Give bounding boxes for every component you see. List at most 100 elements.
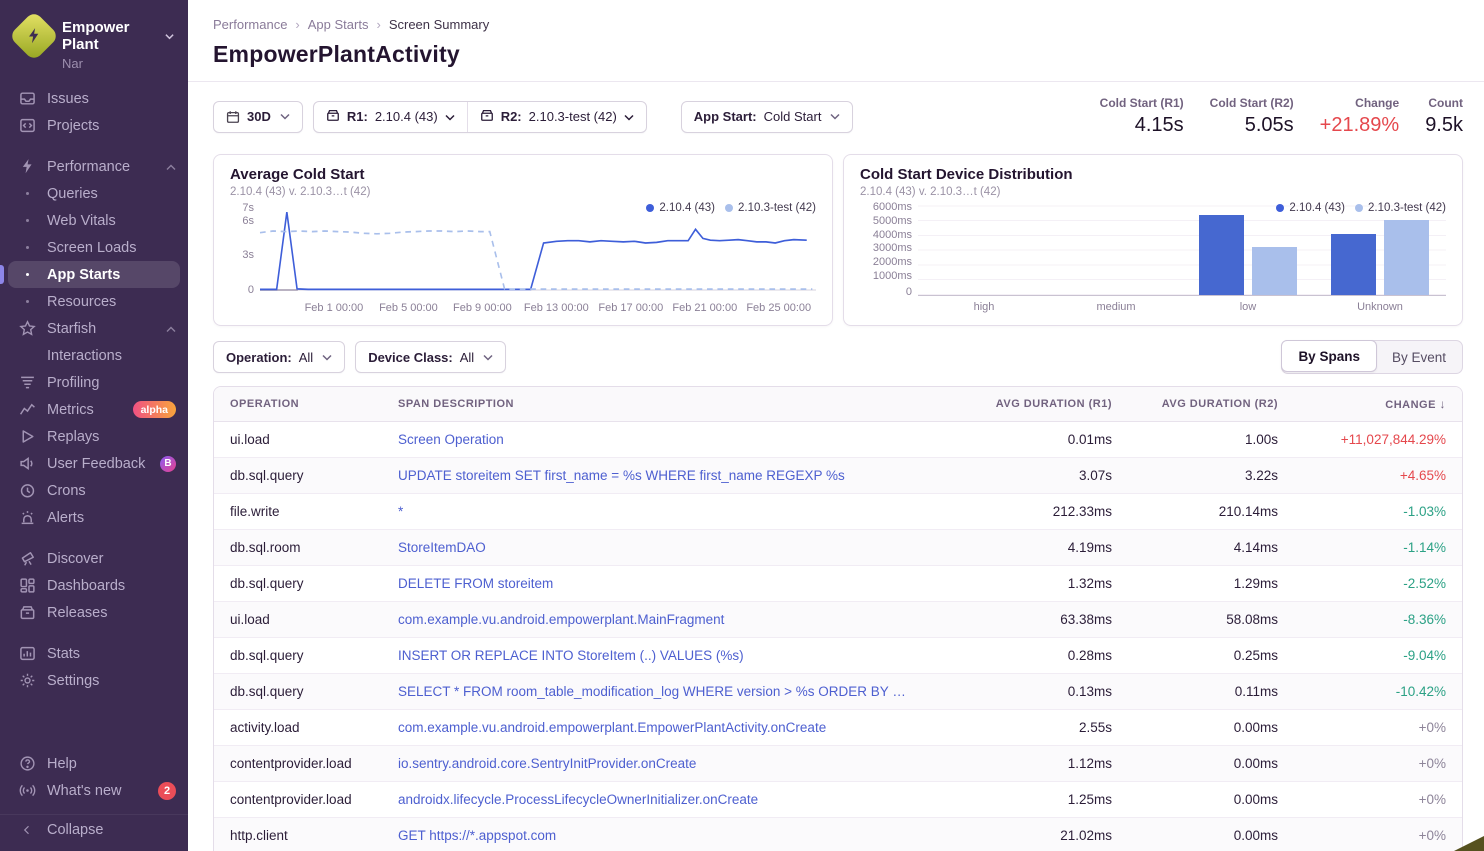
projects-icon: [18, 117, 36, 134]
chevron-down-icon: [280, 113, 290, 120]
span-link[interactable]: Screen Operation: [382, 422, 928, 458]
legend-dot-icon: [1355, 204, 1363, 212]
play-icon: [18, 428, 36, 445]
device-class-filter-button[interactable]: Device Class: All: [355, 341, 506, 373]
legend-item-r2[interactable]: 2.10.3-test (42): [725, 202, 816, 214]
col-change[interactable]: CHANGE ↓: [1294, 387, 1462, 422]
sidebar-item-discover[interactable]: Discover: [0, 545, 188, 572]
sidebar-item-web-vitals[interactable]: Web Vitals: [0, 207, 188, 234]
span-link[interactable]: com.example.vu.android.empowerplant.Empo…: [382, 710, 928, 746]
sidebar-item-whats-new[interactable]: What's new 2: [0, 777, 188, 804]
span-link[interactable]: androidx.lifecycle.ProcessLifecycleOwner…: [382, 782, 928, 818]
legend-dot-icon: [646, 204, 654, 212]
bar-category-labels: high medium low Unknown: [918, 301, 1446, 317]
metrics-icon: [18, 401, 36, 418]
release-r1-button[interactable]: R1: 2.10.4 (43): [314, 102, 467, 132]
stat-count: Count 9.5k: [1425, 96, 1463, 137]
dashboards-icon: [18, 577, 36, 594]
chevron-down-icon: [483, 354, 493, 361]
spans-table: OPERATION SPAN DESCRIPTION AVG DURATION …: [213, 386, 1463, 851]
page-title: EmpowerPlantActivity: [213, 41, 1460, 68]
span-link[interactable]: INSERT OR REPLACE INTO StoreItem (..) VA…: [382, 638, 928, 674]
breadcrumb-app-starts[interactable]: App Starts: [308, 17, 369, 32]
sidebar-item-resources[interactable]: Resources: [0, 288, 188, 315]
legend-dot-icon: [1276, 204, 1284, 212]
org-switcher[interactable]: Empower Plant Nar: [0, 12, 188, 85]
sidebar-item-settings[interactable]: Settings: [0, 667, 188, 694]
gear-icon: [18, 672, 36, 689]
sidebar-collapse-button[interactable]: Collapse: [0, 814, 188, 841]
breadcrumb-performance[interactable]: Performance: [213, 17, 287, 32]
release-r2-button[interactable]: R2: 2.10.3-test (42): [467, 102, 646, 132]
sidebar-item-app-starts[interactable]: App Starts: [8, 261, 180, 288]
table-row: http.clientGET https://*.appspot.com21.0…: [214, 818, 1462, 851]
org-name: Empower Plant: [62, 19, 160, 53]
bullet-icon: [18, 219, 36, 222]
bar-r2[interactable]: [1252, 247, 1297, 295]
sidebar-item-user-feedback[interactable]: User Feedback B: [0, 450, 188, 477]
release-box-icon: [480, 108, 494, 125]
beta-badge: B: [160, 456, 176, 472]
sidebar-item-interactions[interactable]: Interactions: [0, 342, 188, 369]
table-header-row: OPERATION SPAN DESCRIPTION AVG DURATION …: [214, 387, 1462, 422]
sidebar-item-profiling[interactable]: Profiling: [0, 369, 188, 396]
org-subtitle: Nar: [62, 56, 174, 71]
tab-by-spans[interactable]: By Spans: [1281, 340, 1377, 372]
sidebar-item-queries[interactable]: Queries: [0, 180, 188, 207]
table-row: db.sql.queryDELETE FROM storeitem1.32ms1…: [214, 566, 1462, 602]
sidebar-item-releases[interactable]: Releases: [0, 599, 188, 626]
span-link[interactable]: UPDATE storeitem SET first_name = %s WHE…: [382, 458, 928, 494]
span-link[interactable]: com.example.vu.android.empowerplant.Main…: [382, 602, 928, 638]
bar-r1[interactable]: [1331, 234, 1376, 295]
x-axis-labels: Feb 1 00:00 Feb 5 00:00 Feb 9 00:00 Feb …: [260, 302, 816, 318]
sidebar-item-projects[interactable]: Projects: [0, 112, 188, 139]
device-distribution-chart: Cold Start Device Distribution 2.10.4 (4…: [843, 154, 1463, 326]
sidebar-item-performance[interactable]: Performance: [0, 153, 188, 180]
sidebar-item-alerts[interactable]: Alerts: [0, 504, 188, 531]
sidebar-item-starfish[interactable]: Starfish: [0, 315, 188, 342]
sidebar-item-stats[interactable]: Stats: [0, 640, 188, 667]
span-link[interactable]: *: [382, 494, 928, 530]
chevron-down-icon: [165, 33, 174, 40]
span-link[interactable]: io.sentry.android.core.SentryInitProvide…: [382, 746, 928, 782]
bar-group-unknown: [1314, 202, 1446, 295]
operation-filter-button[interactable]: Operation: All: [213, 341, 345, 373]
breadcrumb-separator: ›: [295, 17, 299, 32]
legend-item-r1[interactable]: 2.10.4 (43): [646, 202, 715, 214]
col-avg-duration-r1[interactable]: AVG DURATION (R1): [928, 387, 1128, 422]
span-link[interactable]: DELETE FROM storeitem: [382, 566, 928, 602]
legend-item-r2[interactable]: 2.10.3-test (42): [1355, 202, 1446, 214]
bar-group-medium: [1050, 202, 1182, 295]
col-operation[interactable]: OPERATION: [214, 387, 382, 422]
legend-item-r1[interactable]: 2.10.4 (43): [1276, 202, 1345, 214]
col-avg-duration-r2[interactable]: AVG DURATION (R2): [1128, 387, 1294, 422]
active-indicator: [0, 265, 4, 284]
bullet-icon: [18, 192, 36, 195]
tab-by-event[interactable]: By Event: [1376, 341, 1462, 373]
col-span-description[interactable]: SPAN DESCRIPTION: [382, 387, 928, 422]
sidebar-item-crons[interactable]: Crons: [0, 477, 188, 504]
avg-cold-start-plot: [260, 202, 816, 296]
breadcrumb-separator: ›: [376, 17, 380, 32]
table-row: db.sql.queryINSERT OR REPLACE INTO Store…: [214, 638, 1462, 674]
help-icon: [18, 755, 36, 772]
date-range-button[interactable]: 30D: [213, 101, 303, 133]
span-link[interactable]: StoreItemDAO: [382, 530, 928, 566]
sidebar-item-dashboards[interactable]: Dashboards: [0, 572, 188, 599]
bullet-icon: [18, 300, 36, 303]
view-toggle: By Spans By Event: [1281, 340, 1463, 374]
sidebar: Empower Plant Nar Issues Projects Perfor…: [0, 0, 188, 851]
app-start-type-button[interactable]: App Start: Cold Start: [681, 101, 854, 133]
span-link[interactable]: SELECT * FROM room_table_modification_lo…: [382, 674, 928, 710]
bar-r2[interactable]: [1384, 220, 1429, 295]
notification-badge: 2: [158, 782, 176, 800]
sidebar-item-metrics[interactable]: Metrics alpha: [0, 396, 188, 423]
span-link[interactable]: GET https://*.appspot.com: [382, 818, 928, 851]
sidebar-item-issues[interactable]: Issues: [0, 85, 188, 112]
sidebar-item-screen-loads[interactable]: Screen Loads: [0, 234, 188, 261]
table-row: activity.loadcom.example.vu.android.empo…: [214, 710, 1462, 746]
bar-r1[interactable]: [1199, 215, 1244, 295]
sidebar-item-replays[interactable]: Replays: [0, 423, 188, 450]
megaphone-icon: [18, 455, 36, 472]
sidebar-item-help[interactable]: Help: [0, 750, 188, 777]
